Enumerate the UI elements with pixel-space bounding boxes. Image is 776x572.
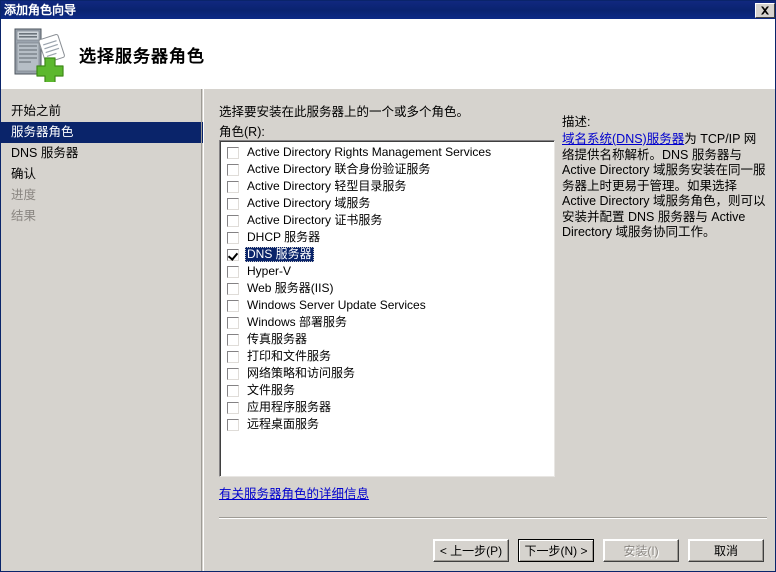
role-label: Windows 部署服务 <box>247 315 348 329</box>
sidebar-item-dns-server[interactable]: DNS 服务器 <box>1 143 203 164</box>
sidebar-item-confirmation[interactable]: 确认 <box>1 164 203 185</box>
list-item[interactable]: Active Directory 证书服务 <box>222 212 554 229</box>
close-button[interactable] <box>755 2 775 18</box>
cancel-button[interactable]: 取消 <box>688 538 764 562</box>
list-item[interactable]: 远程桌面服务 <box>222 416 554 433</box>
role-label: Active Directory 轻型目录服务 <box>247 179 407 193</box>
sidebar-item-results: 结果 <box>11 209 37 223</box>
next-button[interactable]: 下一步(N) > <box>518 538 594 562</box>
list-item[interactable]: Active Directory Rights Management Servi… <box>222 144 554 161</box>
list-item[interactable]: Windows Server Update Services <box>222 297 554 314</box>
window-title: 添加角色向导 <box>4 3 77 17</box>
header-band: 选择服务器角色 <box>1 19 775 89</box>
back-button[interactable]: < 上一步(P) <box>433 538 509 562</box>
role-label: Web 服务器(IIS) <box>247 281 334 295</box>
role-label: Hyper-V <box>247 264 292 278</box>
role-label: DNS 服务器 <box>245 247 314 262</box>
role-label: 打印和文件服务 <box>247 349 332 363</box>
role-label: 远程桌面服务 <box>247 417 320 431</box>
list-item[interactable]: Active Directory 联合身份验证服务 <box>222 161 554 178</box>
wizard-steps-sidebar: 开始之前 服务器角色 DNS 服务器 确认 进度 结果 <box>1 89 204 571</box>
install-button: 安装(I) <box>603 538 679 562</box>
role-checkbox[interactable] <box>227 384 239 397</box>
list-item[interactable]: Windows 部署服务 <box>222 314 554 331</box>
content-pane: 选择要安装在此服务器上的一个或多个角色。 角色(R): Active Direc… <box>205 89 775 571</box>
list-item[interactable]: 应用程序服务器 <box>222 399 554 416</box>
role-checkbox[interactable] <box>227 197 239 210</box>
role-label: 应用程序服务器 <box>247 400 332 414</box>
list-item[interactable]: 文件服务 <box>222 382 554 399</box>
description-panel: 描述: 域名系统(DNS)服务器为 TCP/IP 网络提供名称解析。DNS 服务… <box>562 111 767 241</box>
role-checkbox[interactable] <box>227 265 239 278</box>
server-add-icon <box>11 26 71 85</box>
list-item[interactable]: Active Directory 域服务 <box>222 195 554 212</box>
role-checkbox[interactable] <box>227 163 239 176</box>
role-checkbox[interactable] <box>227 299 239 312</box>
role-checkbox[interactable] <box>227 231 239 244</box>
footer-button-bar: < 上一步(P) 下一步(N) > 安装(I) 取消 <box>205 530 775 570</box>
roles-listbox[interactable]: Active Directory Rights Management Servi… <box>219 140 555 477</box>
description-body: 域名系统(DNS)服务器为 TCP/IP 网络提供名称解析。DNS 服务器与 A… <box>562 132 767 241</box>
list-item[interactable]: 网络策略和访问服务 <box>222 365 554 382</box>
list-item[interactable]: DHCP 服务器 <box>222 229 554 246</box>
dns-server-link[interactable]: 域名系统(DNS)服务器 <box>562 132 684 146</box>
role-label: Active Directory 证书服务 <box>247 213 383 227</box>
instruction-text: 选择要安装在此服务器上的一个或多个角色。 <box>219 105 470 119</box>
role-checkbox[interactable] <box>227 146 239 159</box>
add-roles-wizard-window: 添加角色向导 选择服务器角色 开始之前 服务器角色 DNS 服务器 确认 进度 … <box>0 0 776 572</box>
roles-list-label: 角色(R): <box>219 125 265 139</box>
footer-separator <box>219 517 767 519</box>
sidebar-item-server-roles[interactable]: 服务器角色 <box>1 122 203 143</box>
list-item[interactable]: Web 服务器(IIS) <box>222 280 554 297</box>
description-text: 为 TCP/IP 网络提供名称解析。DNS 服务器与 Active Direct… <box>562 132 766 239</box>
role-checkbox[interactable] <box>227 350 239 363</box>
role-label: Active Directory 联合身份验证服务 <box>247 162 431 176</box>
titlebar: 添加角色向导 <box>1 1 775 19</box>
list-item-dns-server[interactable]: DNS 服务器 <box>222 246 554 263</box>
role-label: Active Directory Rights Management Servi… <box>247 145 492 159</box>
more-info-link[interactable]: 有关服务器角色的详细信息 <box>219 483 369 502</box>
role-checkbox[interactable] <box>227 418 239 431</box>
page-title: 选择服务器角色 <box>79 46 205 66</box>
list-item[interactable]: Active Directory 轻型目录服务 <box>222 178 554 195</box>
role-checkbox[interactable] <box>227 282 239 295</box>
body-area: 开始之前 服务器角色 DNS 服务器 确认 进度 结果 选择要安装在此服务器上的… <box>1 89 775 571</box>
role-checkbox[interactable] <box>227 316 239 329</box>
description-title: 描述: <box>562 115 591 129</box>
role-checkbox[interactable] <box>227 401 239 414</box>
role-checkbox[interactable] <box>227 367 239 380</box>
list-item[interactable]: 传真服务器 <box>222 331 554 348</box>
role-label: Active Directory 域服务 <box>247 196 371 210</box>
role-label: 传真服务器 <box>247 332 308 346</box>
role-checkbox[interactable] <box>227 333 239 346</box>
role-checkbox[interactable] <box>227 180 239 193</box>
role-label: 网络策略和访问服务 <box>247 366 356 380</box>
close-icon <box>761 6 769 14</box>
role-checkbox[interactable] <box>227 214 239 227</box>
role-label: Windows Server Update Services <box>247 298 426 312</box>
sidebar-item-before-you-begin[interactable]: 开始之前 <box>1 101 203 122</box>
role-label: 文件服务 <box>247 383 296 397</box>
role-label: DHCP 服务器 <box>247 230 321 244</box>
sidebar-item-progress: 进度 <box>11 188 37 202</box>
list-item[interactable]: 打印和文件服务 <box>222 348 554 365</box>
role-checkbox-checked[interactable] <box>227 248 239 261</box>
list-item[interactable]: Hyper-V <box>222 263 554 280</box>
